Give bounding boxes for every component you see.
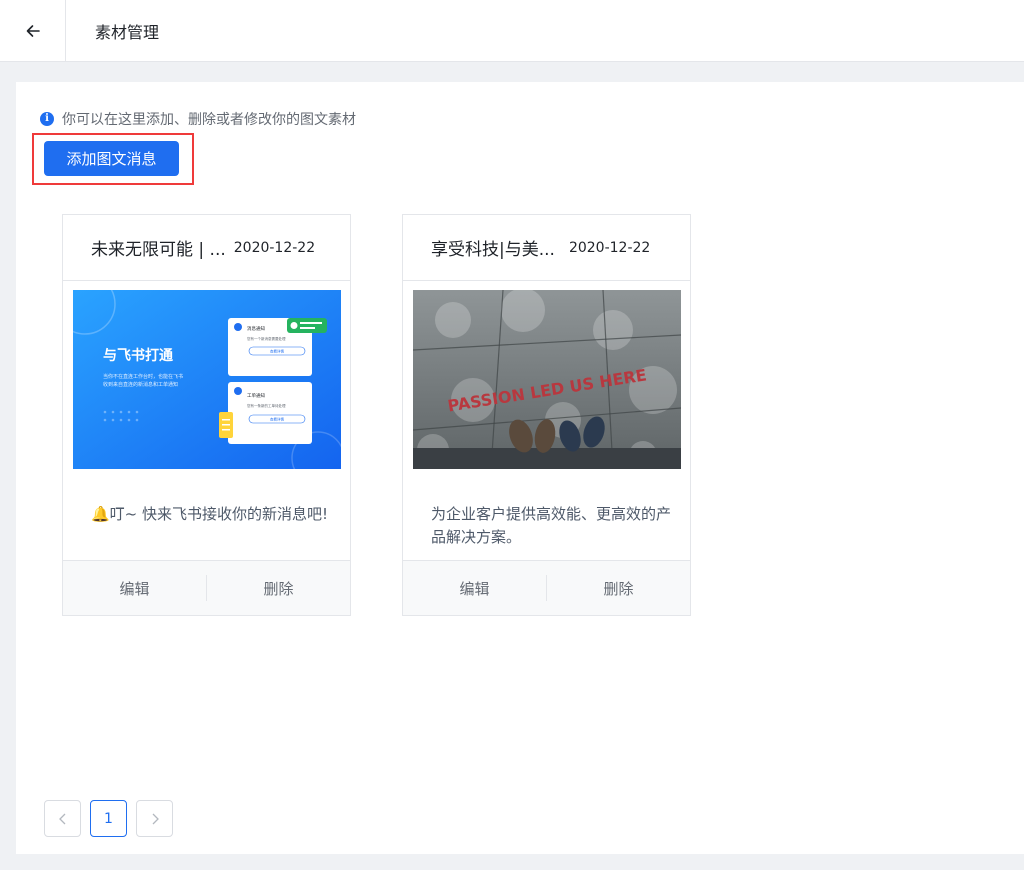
card-title[interactable]: 享受科技|与美...	[431, 235, 555, 260]
cover-notice-2-button: 查看详情	[270, 417, 284, 422]
card-date: 2020-12-22	[233, 239, 316, 256]
add-article-button[interactable]: 添加图文消息	[44, 141, 179, 176]
cover-notice-2-line: 您有一条新的工单待处理	[247, 403, 286, 408]
cover-heading: 与飞书打通	[103, 347, 173, 364]
card-header: 享受科技|与美... 2020-12-22	[403, 215, 690, 281]
prev-page-button[interactable]	[44, 800, 81, 837]
delete-button[interactable]: 删除	[207, 578, 350, 599]
card-header: 未来无限可能 | ... 2020-12-22	[63, 215, 350, 281]
edit-button[interactable]: 编辑	[63, 578, 206, 599]
article-card: 未来无限可能 | ... 2020-12-22 与飞书打通 当你不在直连工作台时…	[62, 214, 351, 616]
card-date: 2020-12-22	[568, 239, 651, 256]
pagination: 1	[44, 800, 182, 837]
cover-subline-1: 当你不在直连工作台时，也能在飞书	[103, 373, 183, 380]
card-title[interactable]: 未来无限可能 | ...	[91, 235, 226, 260]
cover-notice-1-title: 消息通知	[247, 325, 265, 332]
cover-subline-2: 收到来自直连的新消息和工单通知	[103, 381, 178, 388]
material-panel: i 你可以在这里添加、删除或者修改你的图文素材 添加图文消息 未来无限可能 | …	[16, 82, 1024, 854]
tip-text: 你可以在这里添加、删除或者修改你的图文素材	[62, 112, 356, 128]
next-page-button[interactable]	[136, 800, 173, 837]
arrow-left-icon	[26, 25, 40, 37]
cover-notice-1-button: 查看详情	[270, 349, 284, 354]
delete-button[interactable]: 删除	[547, 578, 690, 599]
card-description: 🔔叮~ 快来飞书接收你的新消息吧!	[91, 505, 329, 523]
card-cover-image: PASSION LED US HERE	[413, 290, 681, 469]
article-card: 享受科技|与美... 2020-12-22 PASSION LED US HER…	[402, 214, 691, 616]
card-actions: 编辑 删除	[403, 560, 690, 615]
tip-banner: i 你可以在这里添加、删除或者修改你的图文素材	[40, 109, 356, 129]
top-bar: 素材管理	[0, 0, 1024, 62]
cover-notice-2-title: 工单通知	[247, 392, 265, 399]
card-cover-image: 与飞书打通 当你不在直连工作台时，也能在飞书 收到来自直连的新消息和工单通知 消…	[73, 290, 341, 469]
page-number-button[interactable]: 1	[90, 800, 127, 837]
card-actions: 编辑 删除	[63, 560, 350, 615]
page-title: 素材管理	[95, 23, 160, 42]
edit-button[interactable]: 编辑	[403, 578, 546, 599]
info-icon: i	[40, 112, 54, 126]
back-button[interactable]	[0, 0, 66, 62]
cover-notice-1-line: 您有一个新消息需要处理	[247, 336, 286, 341]
chevron-left-icon	[58, 813, 65, 824]
chevron-right-icon	[152, 813, 159, 824]
card-description: 为企业客户提供高效能、更高效的产品解决方案。	[431, 505, 672, 546]
